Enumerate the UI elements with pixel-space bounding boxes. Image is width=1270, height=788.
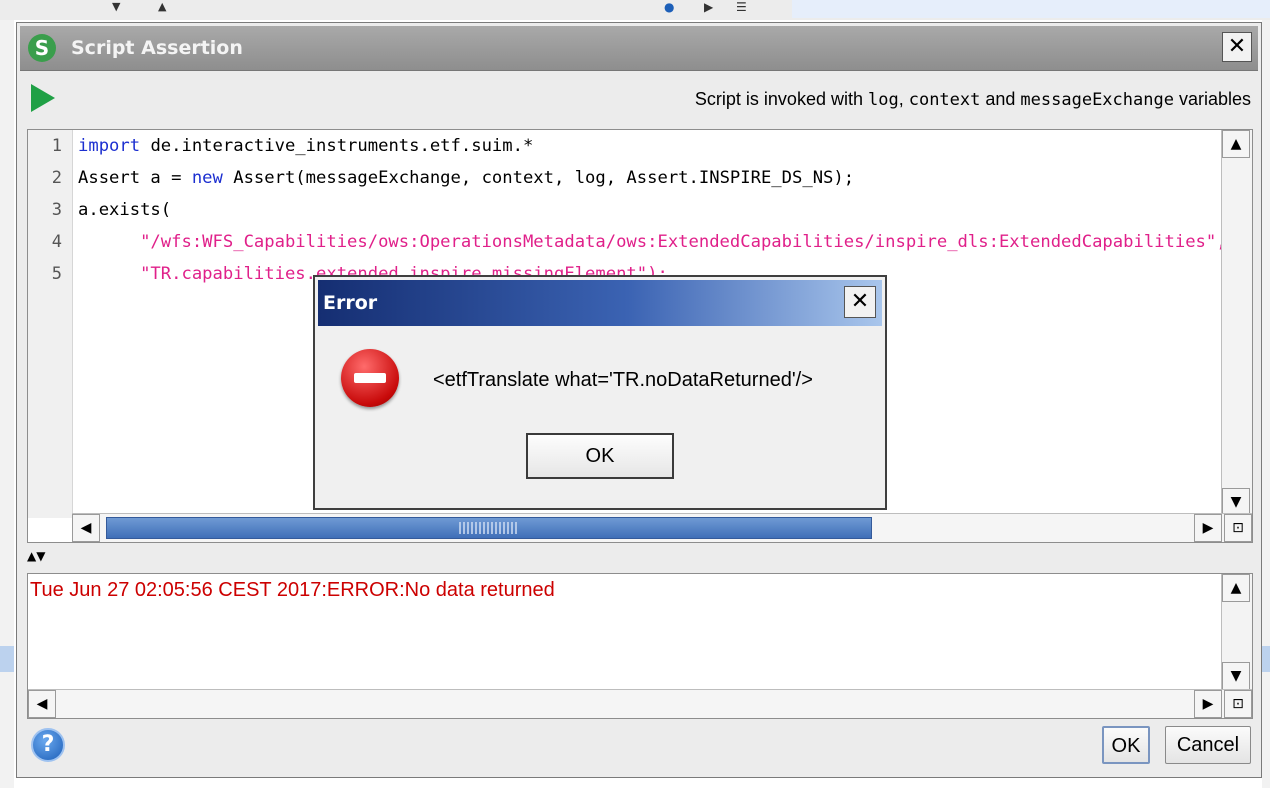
info-var-messageexchange: messageExchange (1020, 90, 1174, 110)
error-dialog-title: Error (323, 292, 378, 314)
scroll-left-icon[interactable]: ◀ (72, 514, 100, 542)
soapui-logo-icon: S (28, 34, 56, 62)
scroll-down-icon[interactable]: ▼ (1222, 488, 1250, 516)
line-number-gutter: 1 2 3 4 5 (28, 130, 73, 518)
scroll-left-icon[interactable]: ◀ (28, 690, 56, 718)
background-tab-strip (792, 0, 1270, 18)
scroll-right-icon[interactable]: ▶ (1194, 690, 1222, 718)
error-ok-button[interactable]: OK (526, 433, 674, 479)
log-output-panel[interactable]: Tue Jun 27 02:05:56 CEST 2017:ERROR:No d… (27, 573, 1253, 719)
scrollbar-thumb[interactable] (106, 517, 872, 539)
info-prefix: Script is invoked with (694, 89, 868, 109)
background-left-panel (0, 20, 14, 788)
background-play-icon[interactable]: ▶ (704, 0, 713, 14)
background-menu-icon[interactable]: ☰ (736, 0, 747, 14)
scroll-right-icon[interactable]: ▶ (1194, 514, 1222, 542)
chevron-down-icon[interactable]: ▼ (112, 0, 120, 13)
line-number: 1 (51, 136, 62, 156)
editor-horizontal-scrollbar[interactable]: ◀ ▶ ⊡ (72, 513, 1252, 542)
log-vertical-scrollbar[interactable]: ▲ ▼ (1221, 574, 1252, 690)
cancel-button[interactable]: Cancel (1165, 726, 1251, 764)
code-text: a.exists( (78, 200, 172, 220)
code-line-4[interactable]: "/wfs:WFS_Capabilities/ows:OperationsMet… (78, 232, 1227, 252)
background-right-panel (1262, 20, 1270, 788)
background-help-icon[interactable]: ● (664, 0, 674, 14)
scroll-up-icon[interactable]: ▲ (1222, 574, 1250, 602)
scroll-down-icon[interactable]: ▼ (1222, 662, 1250, 690)
error-dialog-titlebar[interactable]: Error ✕ (318, 280, 882, 326)
chevron-up-icon[interactable]: ▲ (158, 0, 166, 13)
close-icon[interactable]: ✕ (844, 286, 876, 318)
line-number: 3 (51, 200, 62, 220)
info-suffix: variables (1173, 89, 1251, 109)
dialog-title: Script Assertion (71, 37, 243, 59)
code-text: Assert a = (78, 168, 192, 188)
code-keyword: new (191, 168, 223, 188)
line-number: 2 (51, 168, 62, 188)
close-icon[interactable]: ✕ (1222, 32, 1252, 62)
info-var-context: context (908, 90, 981, 110)
info-var-log: log (867, 90, 899, 110)
stop-icon-bar (354, 373, 386, 383)
info-sep: , (898, 89, 909, 109)
run-icon[interactable] (31, 84, 55, 112)
background-selected-row-right (1262, 646, 1270, 672)
code-keyword: import (78, 136, 141, 156)
script-info-text: Script is invoked with log, context and … (695, 89, 1251, 110)
line-number: 4 (51, 232, 62, 252)
scroll-up-icon[interactable]: ▲ (1222, 130, 1250, 158)
error-message: <etfTranslate what='TR.noDataReturned'/> (433, 369, 813, 391)
ok-button[interactable]: OK (1102, 726, 1150, 764)
code-text: Assert(messageExchange, context, log, As… (222, 168, 855, 188)
info-sep: and (980, 89, 1021, 109)
scrollbar-grip (459, 522, 519, 534)
zoom-icon[interactable]: ⊡ (1224, 514, 1252, 542)
dialog-titlebar[interactable]: S Script Assertion ✕ (20, 26, 1258, 71)
code-line-2[interactable]: Assert a = new Assert(messageExchange, c… (78, 168, 854, 188)
error-stop-icon (341, 349, 399, 407)
editor-vertical-scrollbar[interactable]: ▲ ▼ (1221, 130, 1252, 516)
splitter-arrows-icon[interactable]: ▲▼ (27, 549, 45, 563)
code-line-1[interactable]: import de.interactive_instruments.etf.su… (78, 136, 533, 156)
code-line-3[interactable]: a.exists( (78, 200, 171, 220)
zoom-icon[interactable]: ⊡ (1224, 690, 1252, 718)
log-error-line: Tue Jun 27 02:05:56 CEST 2017:ERROR:No d… (30, 579, 555, 601)
code-text: de.interactive_instruments.etf.suim.* (140, 136, 534, 156)
error-dialog: Error ✕ <etfTranslate what='TR.noDataRet… (313, 275, 887, 510)
help-icon[interactable]: ? (31, 728, 65, 762)
log-horizontal-scrollbar[interactable]: ◀ ▶ ⊡ (28, 689, 1252, 718)
background-selected-row (0, 646, 14, 672)
line-number: 5 (51, 264, 62, 284)
